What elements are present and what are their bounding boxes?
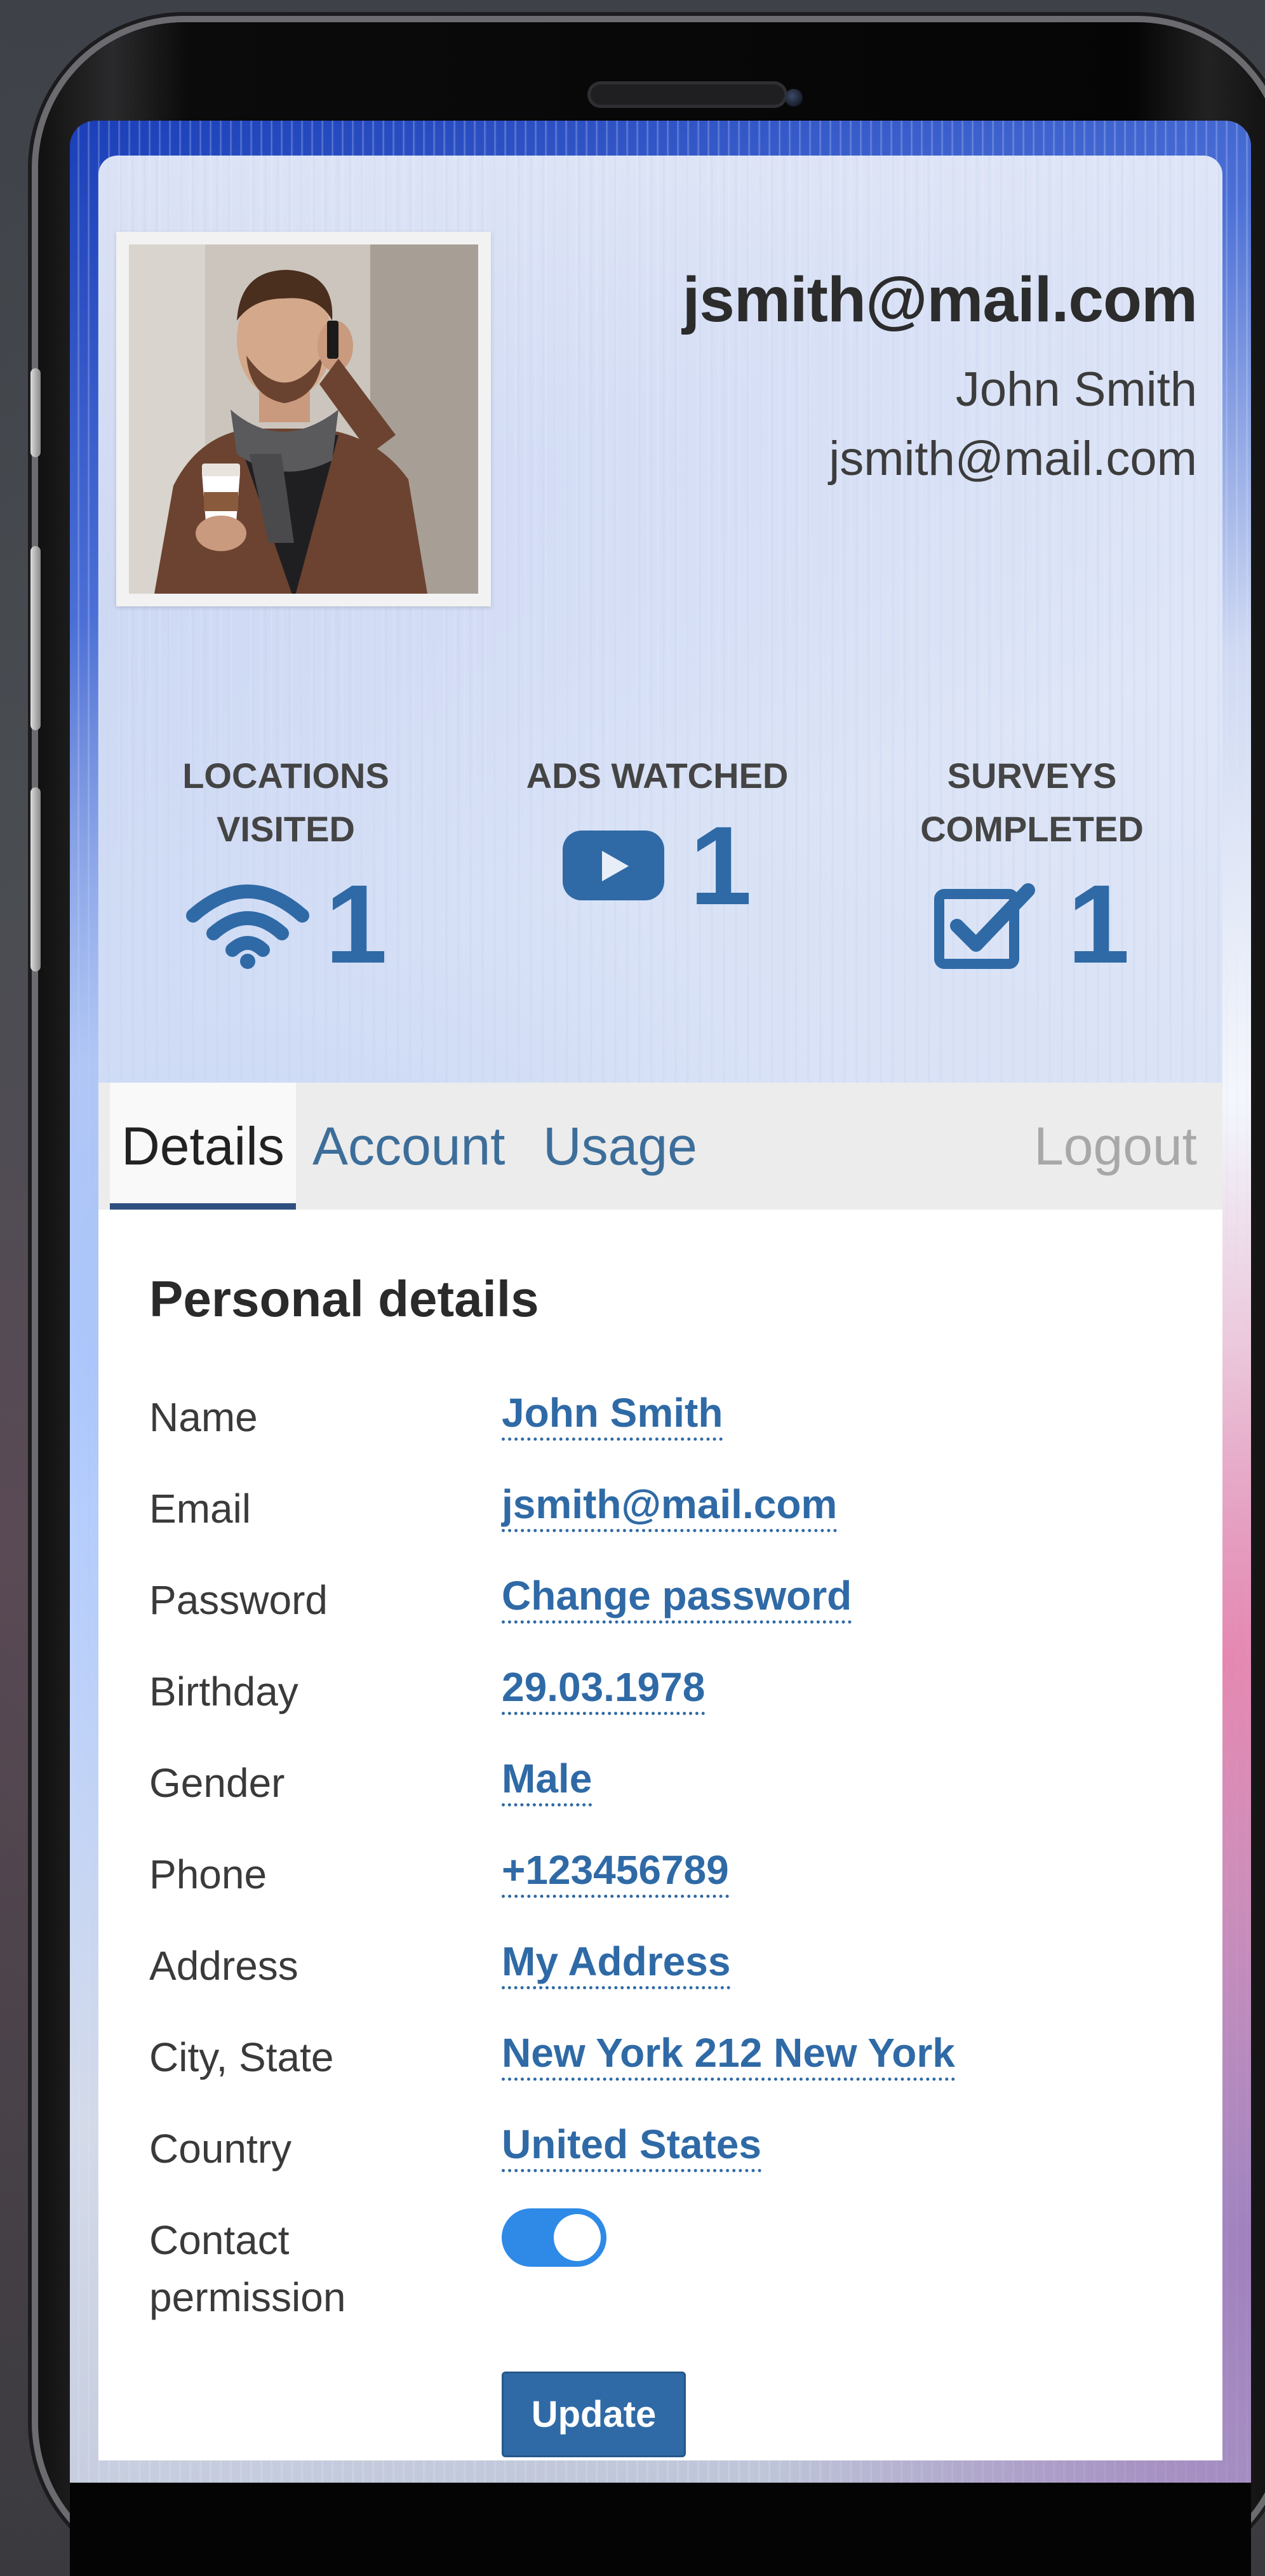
profile-header: jsmith@mail.com John Smith jsmith@mail.c… (98, 156, 1222, 1083)
field-value-gender[interactable]: Male (502, 1756, 592, 1807)
stat-ads-watched: ADS WATCHED 1 (518, 749, 797, 922)
field-value-address[interactable]: My Address (502, 1939, 731, 1990)
tab-details[interactable]: Details (110, 1083, 296, 1210)
field-value-country[interactable]: United States (502, 2122, 761, 2173)
field-value-email[interactable]: jsmith@mail.com (502, 1482, 838, 1533)
contact-permission-toggle[interactable] (502, 2208, 606, 2267)
profile-name: John Smith (955, 363, 1197, 417)
field-value-password[interactable]: Change password (502, 1573, 852, 1624)
stat-label: LOCATIONS (182, 756, 389, 796)
update-button[interactable]: Update (502, 2372, 686, 2457)
field-label-email: Email (149, 1486, 251, 1532)
stat-value: 1 (1068, 862, 1130, 987)
avatar-photo (129, 244, 478, 594)
stats-row: LOCATIONS VISITED 1 ADS WATCHED 1 SURVEY… (98, 749, 1222, 1022)
field-label-name: Name (149, 1394, 258, 1440)
field-label-phone: Phone (149, 1852, 267, 1897)
profile-email: jsmith@mail.com (829, 432, 1197, 486)
stat-label: VISITED (217, 809, 355, 849)
checkbox-icon (934, 883, 1036, 969)
wifi-icon (186, 884, 310, 969)
tab-account[interactable]: Account (312, 1083, 505, 1210)
avatar-frame (116, 232, 491, 606)
field-label-password: Password (149, 1577, 328, 1623)
phone-bottom-bezel (70, 2483, 1251, 2576)
field-label-country: Country (149, 2126, 292, 2172)
details-panel: Personal details Name John Smith Email j… (98, 1210, 1222, 2460)
profile-info: jsmith@mail.com John Smith jsmith@mail.c… (683, 264, 1198, 486)
tab-active-indicator (110, 1203, 296, 1210)
stat-label: ADS WATCHED (526, 756, 789, 796)
field-label-gender: Gender (149, 1760, 285, 1806)
stat-value: 1 (690, 804, 752, 928)
stat-locations-visited: LOCATIONS VISITED 1 (165, 749, 406, 980)
field-label-contact-permission-line2: permission (149, 2274, 346, 2320)
phone-screen: jsmith@mail.com John Smith jsmith@mail.c… (70, 121, 1251, 2483)
field-value-birthday[interactable]: 29.03.1978 (502, 1665, 706, 1716)
phone-side-button (30, 787, 41, 971)
tab-bar: Details Account Usage Logout (98, 1083, 1222, 1210)
section-title: Personal details (149, 1271, 539, 1327)
phone-camera (785, 89, 803, 107)
field-label-contact-permission: Contact (149, 2217, 290, 2263)
field-label-address: Address (149, 1943, 298, 1989)
avatar (129, 244, 478, 594)
stat-surveys-completed: SURVEYS COMPLETED 1 (905, 749, 1159, 980)
field-value-city-state[interactable]: New York 212 New York (502, 2031, 955, 2081)
phone-side-button (30, 368, 41, 457)
profile-title: jsmith@mail.com (682, 264, 1198, 335)
logout-link[interactable]: Logout (1034, 1083, 1197, 1210)
phone-side-button (30, 546, 41, 730)
play-icon (563, 831, 665, 900)
stat-label: COMPLETED (920, 809, 1144, 849)
field-value-phone[interactable]: +123456789 (502, 1848, 729, 1899)
field-label-birthday: Birthday (149, 1669, 298, 1714)
stat-label: SURVEYS (947, 756, 1117, 796)
stat-value: 1 (325, 862, 387, 987)
field-value-name[interactable]: John Smith (502, 1391, 723, 1441)
field-label-city-state: City, State (149, 2034, 334, 2080)
toggle-knob (554, 2214, 601, 2261)
profile-card: jsmith@mail.com John Smith jsmith@mail.c… (98, 156, 1222, 2460)
tab-usage[interactable]: Usage (543, 1083, 697, 1210)
phone-speaker (587, 81, 787, 108)
